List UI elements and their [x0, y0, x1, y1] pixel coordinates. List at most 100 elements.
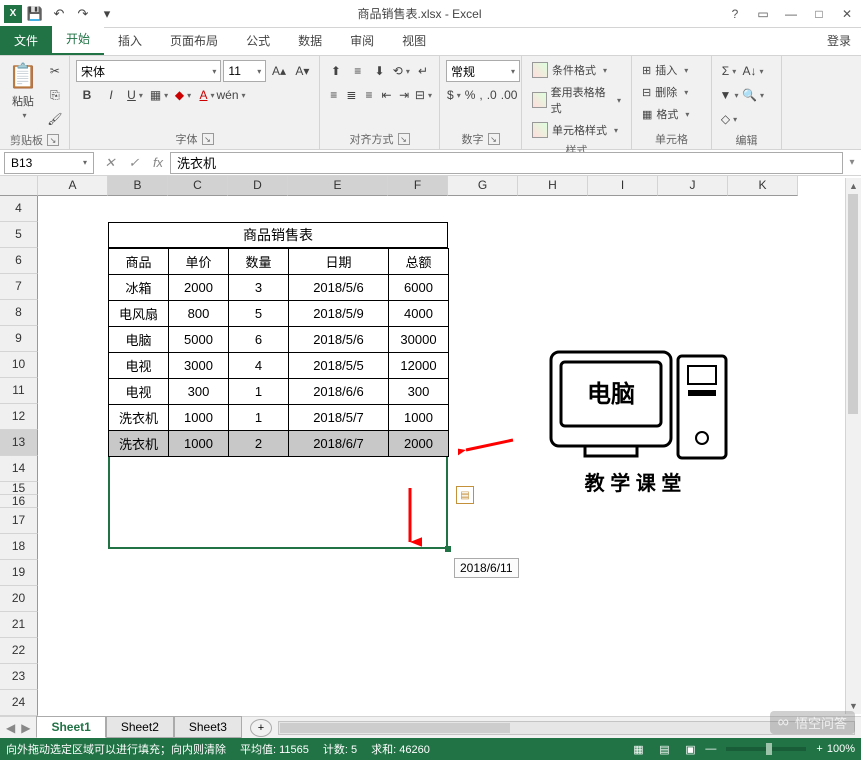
number-launcher[interactable]: ↘	[488, 133, 500, 145]
row-header-6[interactable]: 6	[0, 248, 38, 274]
table-cell[interactable]: 2018/5/5	[289, 353, 389, 379]
col-header-C[interactable]: C	[168, 176, 228, 196]
sheet-nav-prev-icon[interactable]: ◀	[6, 721, 15, 735]
zoom-level[interactable]: 100%	[827, 743, 855, 755]
tab-layout[interactable]: 页面布局	[156, 26, 232, 55]
col-header-B[interactable]: B	[108, 176, 168, 196]
save-icon[interactable]: 💾	[24, 3, 46, 25]
horizontal-scrollbar[interactable]	[278, 721, 855, 735]
col-header-J[interactable]: J	[658, 176, 728, 196]
close-icon[interactable]: ✕	[833, 2, 861, 26]
col-header-D[interactable]: D	[228, 176, 288, 196]
data-table[interactable]: 商品单价数量日期总额 冰箱200032018/5/66000电风扇8005201…	[108, 248, 449, 457]
expand-formula-icon[interactable]: ▾	[843, 157, 861, 168]
zoom-in-icon[interactable]: +	[816, 743, 822, 755]
table-cell[interactable]: 2018/5/6	[289, 275, 389, 301]
currency-icon[interactable]: $▾	[446, 84, 462, 106]
align-right-icon[interactable]: ≡	[361, 84, 377, 106]
row-header-13[interactable]: 13	[0, 430, 38, 456]
table-header[interactable]: 日期	[289, 249, 389, 275]
table-cell[interactable]: 1000	[389, 405, 449, 431]
col-header-F[interactable]: F	[388, 176, 448, 196]
find-icon[interactable]: 🔍▾	[742, 84, 764, 106]
table-cell[interactable]: 1000	[169, 405, 229, 431]
table-header[interactable]: 数量	[229, 249, 289, 275]
paste-button[interactable]: 📋 粘贴 ▾	[6, 60, 40, 130]
wrap-text-icon[interactable]: ↵	[413, 60, 433, 82]
tab-file[interactable]: 文件	[0, 26, 52, 55]
row-header-12[interactable]: 12	[0, 404, 38, 430]
cancel-formula-icon[interactable]: ✕	[98, 152, 122, 174]
row-header-10[interactable]: 10	[0, 352, 38, 378]
view-page-layout-icon[interactable]: ▤	[653, 740, 675, 758]
table-cell[interactable]: 12000	[389, 353, 449, 379]
col-header-H[interactable]: H	[518, 176, 588, 196]
add-sheet-icon[interactable]: +	[250, 719, 272, 737]
tab-view[interactable]: 视图	[388, 26, 440, 55]
table-cell[interactable]: 5000	[169, 327, 229, 353]
view-page-break-icon[interactable]: ▣	[679, 740, 701, 758]
tab-data[interactable]: 数据	[284, 26, 336, 55]
row-header-22[interactable]: 22	[0, 638, 38, 664]
fill-icon[interactable]: ▼▾	[718, 84, 740, 106]
number-format-combo[interactable]: 常规▾	[446, 60, 520, 82]
decrease-indent-icon[interactable]: ⇤	[379, 84, 395, 106]
cut-icon[interactable]: ✂	[44, 60, 66, 82]
zoom-out-icon[interactable]: —	[705, 743, 716, 755]
sheet-area[interactable]: ABCDEFGHIJK 4567891011121314151617181920…	[0, 176, 861, 716]
merge-icon[interactable]: ⊟▾	[414, 84, 433, 106]
decrease-decimal-icon[interactable]: .00	[500, 84, 519, 106]
vscroll-thumb[interactable]	[848, 194, 858, 414]
fill-color-icon[interactable]: ◆▾	[172, 84, 194, 106]
increase-indent-icon[interactable]: ⇥	[396, 84, 412, 106]
table-cell[interactable]: 4	[229, 353, 289, 379]
font-launcher[interactable]: ↘	[202, 133, 214, 145]
zoom-thumb[interactable]	[766, 743, 772, 755]
table-cell[interactable]: 电风扇	[109, 301, 169, 327]
table-cell[interactable]: 2	[229, 431, 289, 457]
row-header-20[interactable]: 20	[0, 586, 38, 612]
row-header-7[interactable]: 7	[0, 274, 38, 300]
redo-icon[interactable]: ↷	[72, 3, 94, 25]
hscroll-thumb[interactable]	[280, 723, 510, 733]
format-painter-icon[interactable]: 🖌	[44, 108, 66, 130]
autosum-icon[interactable]: Σ▾	[718, 60, 740, 82]
row-header-16[interactable]: 16	[0, 495, 38, 508]
orientation-icon[interactable]: ⟲▾	[391, 60, 411, 82]
fx-icon[interactable]: fx	[146, 152, 170, 174]
align-left-icon[interactable]: ≡	[326, 84, 342, 106]
vertical-scrollbar[interactable]: ▲ ▼	[845, 178, 861, 714]
col-header-E[interactable]: E	[288, 176, 388, 196]
table-cell[interactable]: 30000	[389, 327, 449, 353]
table-header[interactable]: 总额	[389, 249, 449, 275]
table-header[interactable]: 商品	[109, 249, 169, 275]
row-header-17[interactable]: 17	[0, 508, 38, 534]
sheet-nav-next-icon[interactable]: ▶	[21, 721, 30, 735]
row-header-18[interactable]: 18	[0, 534, 38, 560]
conditional-format-button[interactable]: 条件格式▾	[528, 60, 625, 80]
row-header-5[interactable]: 5	[0, 222, 38, 248]
view-normal-icon[interactable]: ▦	[627, 740, 649, 758]
increase-font-icon[interactable]: A▴	[268, 60, 289, 82]
enter-formula-icon[interactable]: ✓	[122, 152, 146, 174]
table-cell[interactable]: 电视	[109, 379, 169, 405]
row-header-14[interactable]: 14	[0, 456, 38, 482]
increase-decimal-icon[interactable]: .0	[486, 84, 498, 106]
alignment-launcher[interactable]: ↘	[398, 133, 410, 145]
table-cell[interactable]: 6	[229, 327, 289, 353]
zoom-slider[interactable]	[726, 747, 806, 751]
help-icon[interactable]: ?	[721, 2, 749, 26]
sheet-tab-1[interactable]: Sheet1	[36, 716, 105, 738]
maximize-icon[interactable]: □	[805, 2, 833, 26]
border-icon[interactable]: ▦▾	[148, 84, 170, 106]
table-cell[interactable]: 电视	[109, 353, 169, 379]
insert-cells-button[interactable]: ⊞插入▾	[638, 60, 705, 80]
table-cell[interactable]: 洗衣机	[109, 431, 169, 457]
phonetic-icon[interactable]: wén▾	[220, 84, 242, 106]
tab-home[interactable]: 开始	[52, 24, 104, 55]
row-header-8[interactable]: 8	[0, 300, 38, 326]
table-cell[interactable]: 300	[389, 379, 449, 405]
table-cell[interactable]: 2018/5/9	[289, 301, 389, 327]
row-header-9[interactable]: 9	[0, 326, 38, 352]
align-bottom-icon[interactable]: ⬇	[370, 60, 390, 82]
